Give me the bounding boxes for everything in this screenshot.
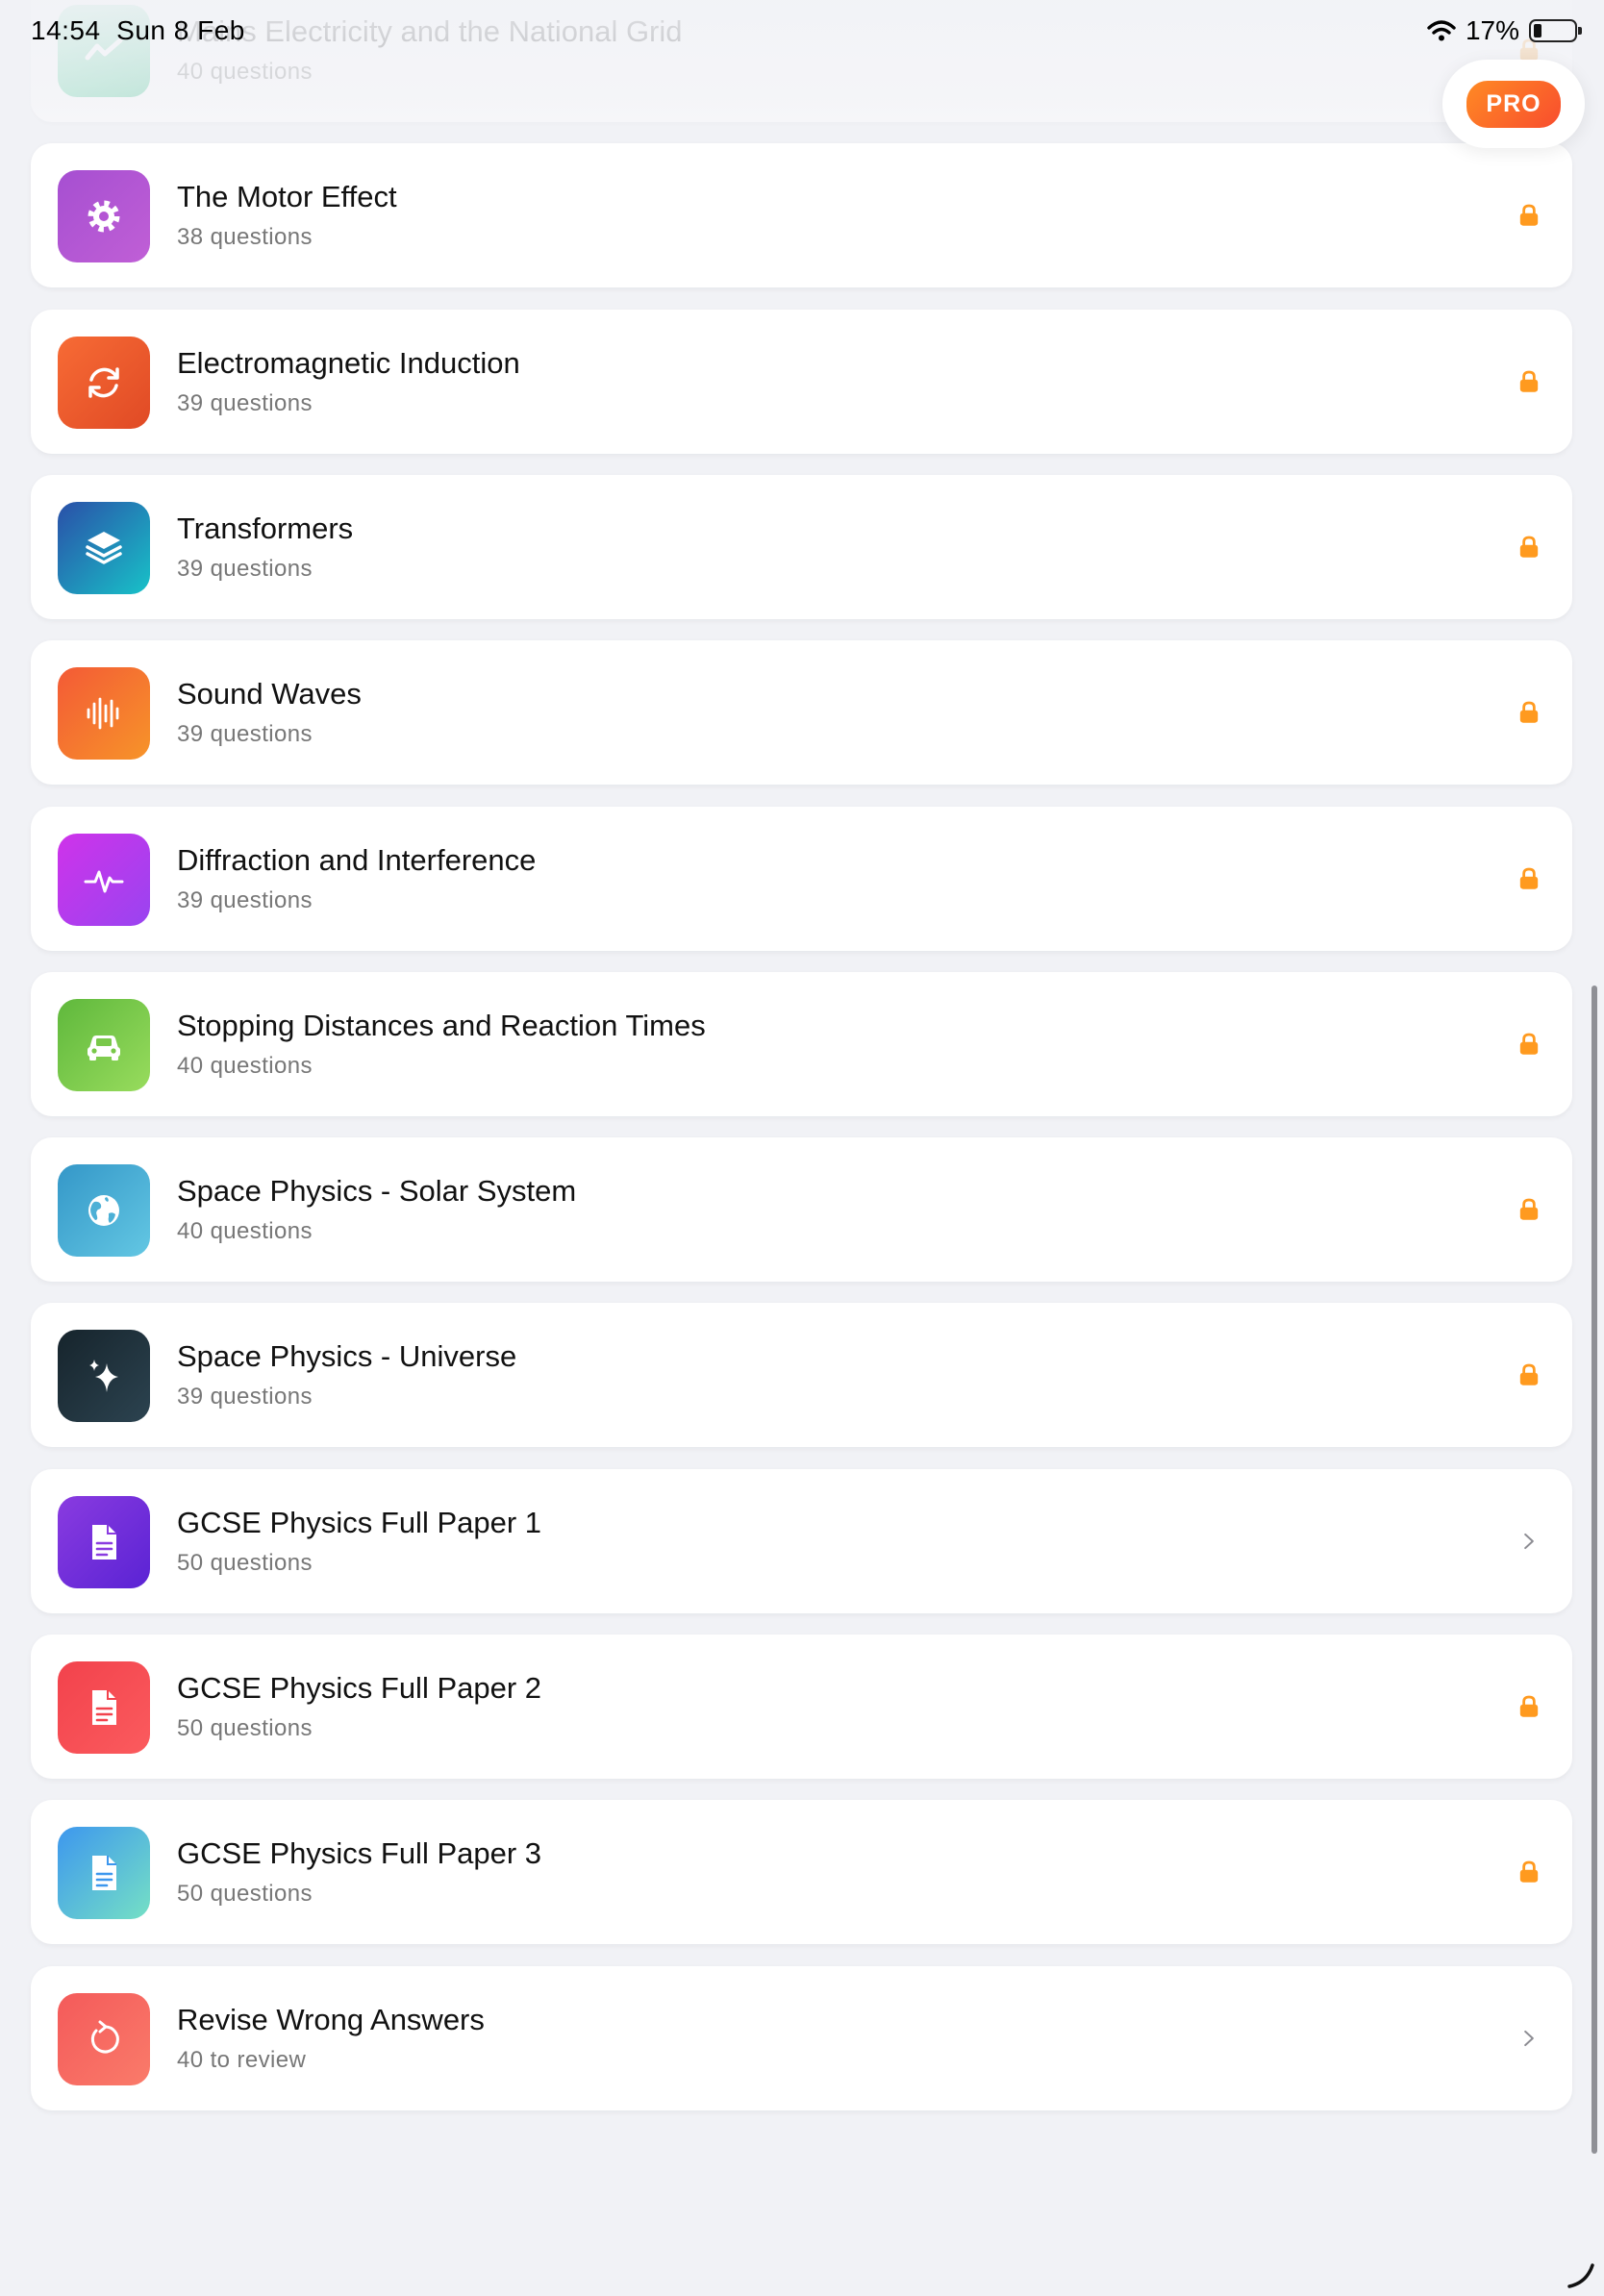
topic-icon-tile xyxy=(58,1164,150,1257)
document-icon xyxy=(92,1690,116,1725)
refresh-cycle-icon xyxy=(88,367,119,398)
wifi-icon xyxy=(1427,20,1456,41)
topic-title: Stopping Distances and Reaction Times xyxy=(177,1009,706,1042)
lock-icon xyxy=(1513,1028,1545,1061)
topic-title: GCSE Physics Full Paper 1 xyxy=(177,1506,542,1539)
lock-icon xyxy=(1513,531,1545,563)
topic-title: Electromagnetic Induction xyxy=(177,346,520,380)
car-icon xyxy=(88,1036,120,1061)
layers-icon xyxy=(86,532,122,564)
lock-icon xyxy=(1513,199,1545,232)
topic-icon-tile xyxy=(58,1827,150,1919)
gear-icon xyxy=(88,200,120,233)
globe-icon xyxy=(88,1195,119,1226)
topic-title: GCSE Physics Full Paper 2 xyxy=(177,1671,542,1705)
topic-question-count: 39 questions xyxy=(177,556,313,582)
pulse-wave-icon xyxy=(84,870,124,893)
topic-card-revise-wrong-answers[interactable]: Revise Wrong Answers 40 to review xyxy=(31,1966,1572,2110)
topic-question-count: 39 questions xyxy=(177,721,313,747)
topic-card-electromagnetic-induction[interactable]: Electromagnetic Induction 39 questions xyxy=(31,310,1572,454)
topic-question-count: 50 questions xyxy=(177,1881,313,1907)
lock-icon xyxy=(1513,1690,1545,1723)
topic-question-count: 39 questions xyxy=(177,887,313,913)
topic-title: The Motor Effect xyxy=(177,180,397,213)
lock-icon xyxy=(1513,696,1545,729)
battery-icon xyxy=(1529,19,1582,42)
topic-title: Sound Waves xyxy=(177,677,362,711)
topic-icon-tile xyxy=(58,1496,150,1588)
topic-question-count: 40 questions xyxy=(177,1218,313,1244)
topic-title: Transformers xyxy=(177,512,354,545)
topic-question-count: 40 questions xyxy=(177,59,313,85)
topic-question-count: 38 questions xyxy=(177,224,313,250)
topic-card-space-physics-universe[interactable]: Space Physics - Universe 39 questions xyxy=(31,1303,1572,1447)
topic-icon-tile xyxy=(58,667,150,760)
document-icon xyxy=(92,1856,116,1890)
topic-card-gcse-physics-full-paper-2[interactable]: GCSE Physics Full Paper 2 50 questions xyxy=(31,1635,1572,1779)
chevron-right-icon xyxy=(1513,2022,1545,2055)
topic-title: Space Physics - Universe xyxy=(177,1339,517,1373)
status-time-date: 14:54 Sun 8 Feb xyxy=(31,15,245,46)
topic-icon-tile xyxy=(58,170,150,262)
topic-icon-tile xyxy=(58,502,150,594)
topic-card-transformers[interactable]: Transformers 39 questions xyxy=(31,475,1572,619)
topic-question-count: 39 questions xyxy=(177,390,313,416)
undo-arrow-icon xyxy=(90,2020,119,2054)
sparkles-icon xyxy=(89,1360,118,1392)
status-time: 14:54 xyxy=(31,15,101,45)
battery-percent: 17% xyxy=(1465,15,1519,45)
topic-icon-tile xyxy=(58,834,150,926)
topic-question-count: 50 questions xyxy=(177,1550,313,1576)
scrollbar[interactable] xyxy=(1591,986,1597,2154)
topic-icon-tile xyxy=(58,1661,150,1754)
lock-icon xyxy=(1513,1359,1545,1391)
topic-question-count: 40 questions xyxy=(177,1053,313,1079)
lock-icon xyxy=(1513,1193,1545,1226)
topic-icon-tile xyxy=(58,1330,150,1422)
topic-question-count: 40 to review xyxy=(177,2047,307,2073)
topic-card-stopping-distances-and-reaction-times[interactable]: Stopping Distances and Reaction Times 40 … xyxy=(31,972,1572,1116)
topic-card-gcse-physics-full-paper-3[interactable]: GCSE Physics Full Paper 3 50 questions xyxy=(31,1800,1572,1944)
lock-icon xyxy=(1513,1856,1545,1888)
topic-card-sound-waves[interactable]: Sound Waves 39 questions xyxy=(31,640,1572,785)
topic-card-gcse-physics-full-paper-1[interactable]: GCSE Physics Full Paper 1 50 questions xyxy=(31,1469,1572,1613)
topic-question-count: 50 questions xyxy=(177,1715,313,1741)
pencil-stroke-icon xyxy=(1567,2263,1594,2288)
topic-card-space-physics-solar-system[interactable]: Space Physics - Solar System 40 questions xyxy=(31,1137,1572,1282)
pro-button[interactable]: PRO xyxy=(1442,60,1585,148)
sound-wave-icon xyxy=(87,697,119,730)
topic-title: Diffraction and Interference xyxy=(177,843,537,877)
topic-question-count: 39 questions xyxy=(177,1384,313,1410)
status-date: Sun 8 Feb xyxy=(116,15,245,45)
topic-icon-tile xyxy=(58,999,150,1091)
status-bar: 14:54 Sun 8 Feb 17% xyxy=(0,0,1604,60)
lock-icon xyxy=(1513,365,1545,398)
topic-icon-tile xyxy=(58,1993,150,2085)
topic-card-diffraction-and-interference[interactable]: Diffraction and Interference 39 questions xyxy=(31,807,1572,951)
pro-badge: PRO xyxy=(1466,80,1561,128)
chevron-right-icon xyxy=(1513,1525,1545,1558)
status-indicators: 17% xyxy=(1427,15,1582,46)
document-icon xyxy=(92,1525,116,1560)
lock-icon xyxy=(1513,862,1545,895)
topic-title: Revise Wrong Answers xyxy=(177,2003,485,2036)
topic-icon-tile xyxy=(58,337,150,429)
topic-title: GCSE Physics Full Paper 3 xyxy=(177,1836,542,1870)
topic-title: Space Physics - Solar System xyxy=(177,1174,577,1208)
topic-card-the-motor-effect[interactable]: The Motor Effect 38 questions xyxy=(31,143,1572,287)
